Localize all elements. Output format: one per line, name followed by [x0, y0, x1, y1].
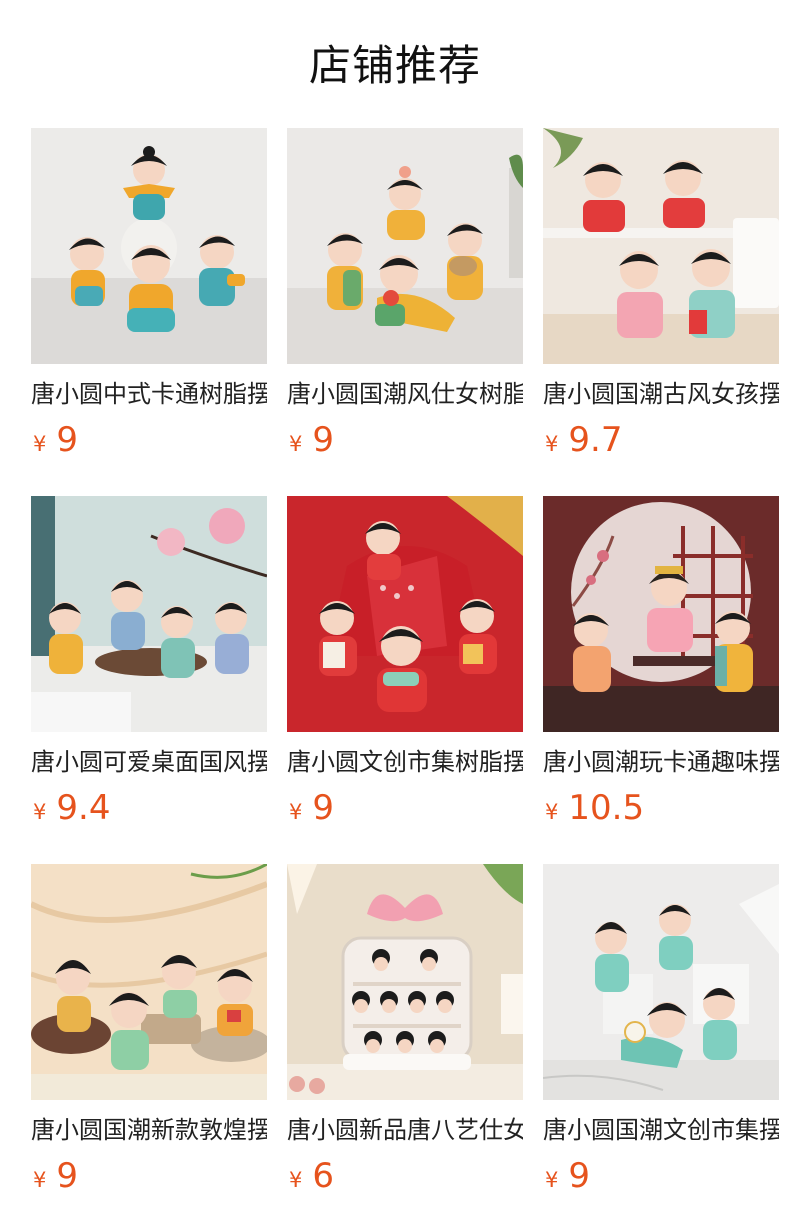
product-image[interactable]: [287, 128, 523, 364]
product-image[interactable]: [287, 864, 523, 1100]
price-row: ¥ 6: [287, 1154, 523, 1198]
price-row: ¥ 9: [31, 1154, 267, 1198]
currency-symbol: ¥: [545, 432, 559, 456]
product-price: 9: [312, 420, 335, 460]
product-price: 9: [56, 1156, 79, 1196]
product-image[interactable]: [543, 864, 779, 1100]
currency-symbol: ¥: [289, 432, 303, 456]
product-name[interactable]: 唐小圆国潮文创市集摆件: [543, 1114, 779, 1146]
currency-symbol: ¥: [289, 1168, 303, 1192]
currency-symbol: ¥: [545, 1168, 559, 1192]
product-card[interactable]: 唐小圆国潮文创市集摆件 ¥ 9: [543, 864, 779, 1196]
product-card[interactable]: 唐小圆国潮新款敦煌摆件 ¥ 9: [31, 864, 267, 1196]
product-name[interactable]: 唐小圆潮玩卡通趣味摆件: [543, 746, 779, 778]
currency-symbol: ¥: [33, 1168, 47, 1192]
price-row: ¥ 9.4: [31, 786, 267, 830]
product-image[interactable]: [31, 496, 267, 732]
product-image[interactable]: [287, 496, 523, 732]
product-card[interactable]: 唐小圆国潮古风女孩摆件 ¥ 9.7: [543, 128, 779, 460]
product-name[interactable]: 唐小圆国潮风仕女树脂摆件: [287, 378, 523, 410]
currency-symbol: ¥: [545, 800, 559, 824]
product-price: 9: [56, 420, 79, 460]
product-image[interactable]: [543, 496, 779, 732]
product-price: 9: [312, 788, 335, 828]
product-name[interactable]: 唐小圆文创市集树脂摆件: [287, 746, 523, 778]
currency-symbol: ¥: [33, 800, 47, 824]
product-price: 6: [312, 1156, 335, 1196]
product-grid: 唐小圆中式卡通树脂摆件 ¥ 9: [31, 128, 779, 1196]
product-name[interactable]: 唐小圆国潮新款敦煌摆件: [31, 1114, 267, 1146]
product-card[interactable]: 唐小圆中式卡通树脂摆件 ¥ 9: [31, 128, 267, 460]
product-card[interactable]: 唐小圆文创市集树脂摆件 ¥ 9: [287, 496, 523, 828]
product-price: 9.7: [568, 420, 623, 460]
product-card[interactable]: 唐小圆国潮风仕女树脂摆件 ¥ 9: [287, 128, 523, 460]
price-row: ¥ 10.5: [543, 786, 779, 830]
currency-symbol: ¥: [33, 432, 47, 456]
product-name[interactable]: 唐小圆中式卡通树脂摆件: [31, 378, 267, 410]
product-price: 9.4: [56, 788, 111, 828]
product-card[interactable]: 唐小圆新品唐八艺仕女摆件 ¥ 6: [287, 864, 523, 1196]
product-name[interactable]: 唐小圆新品唐八艺仕女摆件: [287, 1114, 523, 1146]
price-row: ¥ 9: [543, 1154, 779, 1198]
product-image[interactable]: [31, 864, 267, 1100]
product-price: 9: [568, 1156, 591, 1196]
product-card[interactable]: 唐小圆可爱桌面国风摆件 ¥ 9.4: [31, 496, 267, 828]
price-row: ¥ 9: [287, 418, 523, 462]
product-name[interactable]: 唐小圆国潮古风女孩摆件: [543, 378, 779, 410]
product-image[interactable]: [31, 128, 267, 364]
product-name[interactable]: 唐小圆可爱桌面国风摆件: [31, 746, 267, 778]
price-row: ¥ 9: [287, 786, 523, 830]
product-price: 10.5: [568, 788, 645, 828]
price-row: ¥ 9: [31, 418, 267, 462]
product-image[interactable]: [543, 128, 779, 364]
currency-symbol: ¥: [289, 800, 303, 824]
price-row: ¥ 9.7: [543, 418, 779, 462]
product-card[interactable]: 唐小圆潮玩卡通趣味摆件 ¥ 10.5: [543, 496, 779, 828]
page-title: 店铺推荐: [308, 41, 481, 90]
